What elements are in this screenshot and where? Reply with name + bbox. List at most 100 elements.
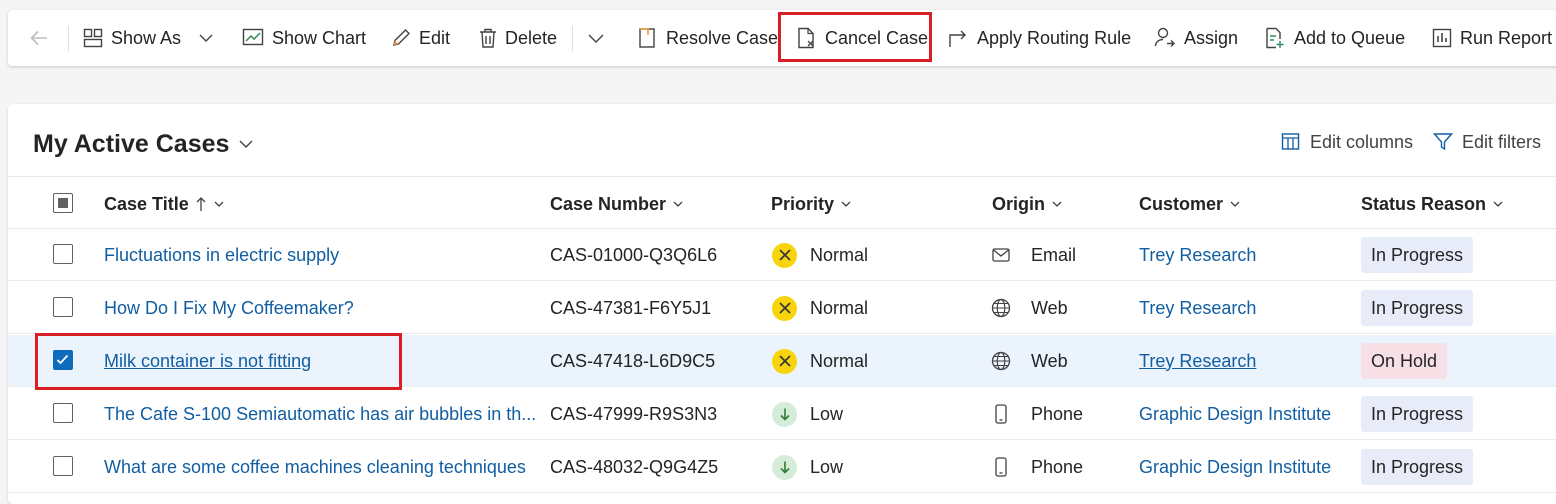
table-row[interactable]: The Cafe S-100 Semiautomatic has air bub… bbox=[8, 388, 1556, 440]
customer-link[interactable]: Trey Research bbox=[1139, 298, 1256, 319]
routing-arrow-icon bbox=[949, 30, 966, 47]
normal-priority-icon bbox=[772, 348, 797, 374]
cancel-case-button[interactable]: Cancel Case bbox=[797, 10, 928, 66]
column-label: Case Number bbox=[550, 193, 667, 214]
column-header-case-title[interactable]: Case Title bbox=[104, 192, 225, 216]
origin-value: Email bbox=[1031, 244, 1077, 265]
checkmark-icon bbox=[56, 354, 69, 365]
origin-value: Phone bbox=[1031, 456, 1084, 477]
edit-label: Edit bbox=[419, 27, 451, 48]
origin-value: Web bbox=[1031, 350, 1068, 371]
case-title-link[interactable]: What are some coffee machines cleaning t… bbox=[104, 457, 526, 478]
case-title-link[interactable]: The Cafe S-100 Semiautomatic has air bub… bbox=[104, 404, 536, 425]
row-checkbox[interactable] bbox=[53, 244, 73, 264]
show-as-button[interactable]: Show As bbox=[83, 10, 214, 66]
row-checkbox[interactable] bbox=[53, 403, 73, 423]
case-title-link[interactable]: Fluctuations in electric supply bbox=[104, 245, 339, 266]
cases-grid: My Active Cases Edit columns Edit filter… bbox=[8, 104, 1556, 504]
edit-filters-button[interactable]: Edit filters bbox=[1433, 130, 1541, 154]
column-header-priority[interactable]: Priority bbox=[771, 192, 852, 216]
assign-button[interactable]: Assign bbox=[1154, 10, 1238, 66]
customer-link[interactable]: Trey Research bbox=[1139, 351, 1256, 372]
mail-icon bbox=[990, 248, 1012, 262]
column-label: Priority bbox=[771, 193, 835, 214]
priority-value: Normal bbox=[810, 350, 869, 371]
more-commands-button[interactable] bbox=[587, 10, 605, 66]
phone-icon bbox=[990, 457, 1012, 477]
normal-priority-icon bbox=[772, 242, 797, 268]
pencil-icon bbox=[393, 29, 410, 46]
grid-view-icon bbox=[83, 28, 103, 48]
case-title-link[interactable]: How Do I Fix My Coffeemaker? bbox=[104, 298, 354, 319]
case-title-link[interactable]: Milk container is not fitting bbox=[104, 351, 311, 372]
trash-icon bbox=[480, 28, 496, 48]
customer-link[interactable]: Graphic Design Institute bbox=[1139, 404, 1331, 425]
select-all-checkbox[interactable] bbox=[53, 193, 73, 213]
normal-priority-icon bbox=[772, 295, 797, 321]
column-header-origin[interactable]: Origin bbox=[992, 192, 1063, 216]
status-badge: In Progress bbox=[1361, 237, 1474, 273]
sort-ascending-icon bbox=[196, 197, 206, 211]
table-row[interactable]: Fluctuations in electric supply CAS-0100… bbox=[8, 229, 1556, 281]
edit-button[interactable]: Edit bbox=[391, 10, 450, 66]
column-header-case-number[interactable]: Case Number bbox=[550, 192, 684, 216]
case-number: CAS-47999-R9S3N3 bbox=[550, 403, 718, 424]
status-badge: In Progress bbox=[1361, 290, 1474, 326]
customer-link[interactable]: Graphic Design Institute bbox=[1139, 457, 1331, 478]
column-header-status-reason[interactable]: Status Reason bbox=[1361, 192, 1504, 216]
priority-value: Low bbox=[810, 456, 844, 477]
add-to-queue-button[interactable]: Add to Queue bbox=[1264, 10, 1405, 66]
priority-value: Low bbox=[810, 403, 844, 424]
column-header-customer[interactable]: Customer bbox=[1139, 192, 1241, 216]
status-badge: In Progress bbox=[1361, 449, 1474, 485]
apply-routing-rule-label: Apply Routing Rule bbox=[977, 27, 1132, 48]
column-label: Status Reason bbox=[1361, 193, 1487, 214]
view-selector[interactable]: My Active Cases bbox=[33, 128, 254, 160]
case-number: CAS-01000-Q3Q6L6 bbox=[550, 244, 718, 265]
back-button[interactable] bbox=[28, 10, 50, 66]
delete-label: Delete bbox=[505, 27, 558, 48]
low-priority-icon bbox=[772, 401, 797, 427]
row-checkbox[interactable] bbox=[53, 456, 73, 476]
row-checkbox[interactable] bbox=[53, 350, 73, 370]
chevron-down-icon bbox=[214, 201, 224, 207]
command-bar: Show As Show Chart Edit Delete Resolve C… bbox=[8, 10, 1556, 66]
priority-value: Normal bbox=[810, 244, 869, 265]
divider bbox=[8, 176, 1556, 177]
priority-value: Normal bbox=[810, 297, 869, 318]
chevron-down-icon bbox=[1493, 201, 1503, 207]
edit-columns-button[interactable]: Edit columns bbox=[1281, 130, 1413, 154]
chevron-down-icon bbox=[673, 201, 683, 207]
queue-add-icon bbox=[1266, 27, 1284, 49]
resolve-case-button[interactable]: Resolve Case bbox=[638, 10, 778, 66]
column-label: Customer bbox=[1139, 193, 1224, 214]
chevron-down-icon bbox=[1230, 201, 1240, 207]
chevron-down-icon bbox=[841, 201, 851, 207]
case-number: CAS-47381-F6Y5J1 bbox=[550, 297, 712, 318]
chart-icon bbox=[242, 28, 264, 46]
row-checkbox[interactable] bbox=[53, 297, 73, 317]
report-icon bbox=[1432, 28, 1452, 48]
show-chart-label: Show Chart bbox=[272, 27, 367, 48]
cancel-case-label: Cancel Case bbox=[825, 27, 929, 48]
chevron-down-icon bbox=[1052, 201, 1062, 207]
phone-icon bbox=[990, 404, 1012, 424]
delete-button[interactable]: Delete bbox=[479, 10, 557, 66]
run-report-label: Run Report bbox=[1460, 27, 1553, 48]
table-row[interactable]: How Do I Fix My Coffeemaker? CAS-47381-F… bbox=[8, 282, 1556, 334]
apply-routing-rule-button[interactable]: Apply Routing Rule bbox=[947, 10, 1131, 66]
table-row[interactable]: What are some coffee machines cleaning t… bbox=[8, 441, 1556, 493]
show-chart-button[interactable]: Show Chart bbox=[242, 10, 366, 66]
table-row[interactable]: Milk container is not fitting CAS-47418-… bbox=[8, 335, 1556, 387]
person-assign-icon bbox=[1154, 27, 1175, 47]
add-to-queue-label: Add to Queue bbox=[1294, 27, 1406, 48]
globe-icon bbox=[990, 351, 1012, 371]
case-number: CAS-48032-Q9G4Z5 bbox=[550, 456, 719, 477]
run-report-button[interactable]: Run Report bbox=[1432, 10, 1552, 66]
toolbar-divider bbox=[68, 26, 69, 52]
toolbar-divider bbox=[572, 26, 573, 52]
resolve-document-icon bbox=[639, 28, 655, 48]
status-badge: On Hold bbox=[1361, 343, 1448, 379]
customer-link[interactable]: Trey Research bbox=[1139, 245, 1256, 266]
chevron-down-icon bbox=[239, 140, 253, 148]
